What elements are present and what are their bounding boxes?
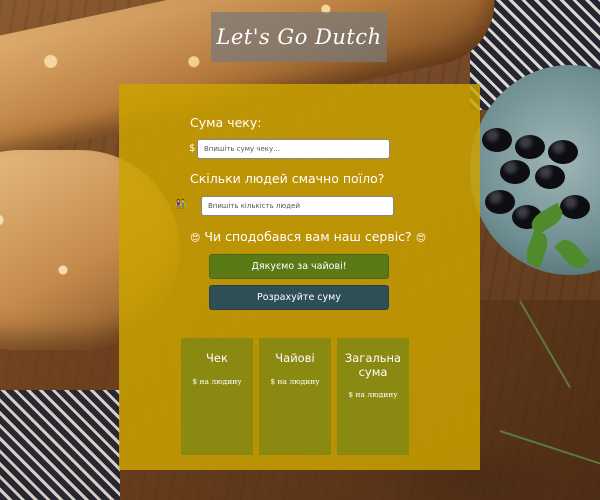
tip-calculator-panel: Сума чеку: $ Скільки людей смачно поїло?… [119, 84, 480, 470]
result-value: $ на людину [192, 377, 242, 386]
olive [500, 160, 530, 184]
app-logo: Let's Go Dutch [211, 12, 387, 62]
service-question: 😍 Чи сподобався вам наш сервіс? 😍 [190, 229, 426, 244]
bill-label: Сума чеку: [190, 115, 262, 130]
olive [482, 128, 512, 152]
logo-text: Let's Go Dutch [216, 25, 382, 49]
result-value: $ на людину [270, 377, 320, 386]
service-label: Чи сподобався вам наш сервіс? [204, 229, 412, 244]
people-label: Скільки людей смачно поїло? [190, 171, 385, 186]
tip-button[interactable]: Дякуємо за чайові! [209, 254, 389, 279]
olive [485, 190, 515, 214]
olive [515, 135, 545, 159]
checkered-cloth [0, 390, 120, 500]
result-card-bill: Чек $ на людину [181, 338, 253, 455]
result-card-total: Загальна сума $ на людину [337, 338, 409, 455]
result-value: $ на людину [348, 390, 398, 399]
result-card-tip: Чайові $ на людину [259, 338, 331, 455]
people-count-input[interactable] [201, 196, 394, 216]
result-title: Чайові [275, 351, 315, 365]
bill-amount-input[interactable] [197, 139, 390, 159]
people-icon: 👫 [175, 200, 187, 210]
olive [548, 140, 578, 164]
result-title: Чек [206, 351, 228, 365]
result-title: Загальна сума [344, 351, 402, 379]
heart-eyes-icon: 😍 [190, 233, 201, 244]
dollar-prefix: $ [189, 143, 196, 154]
olive [560, 195, 590, 219]
heart-eyes-icon: 😍 [415, 233, 427, 244]
olive [535, 165, 565, 189]
calculate-button[interactable]: Розрахуйте суму [209, 285, 389, 310]
